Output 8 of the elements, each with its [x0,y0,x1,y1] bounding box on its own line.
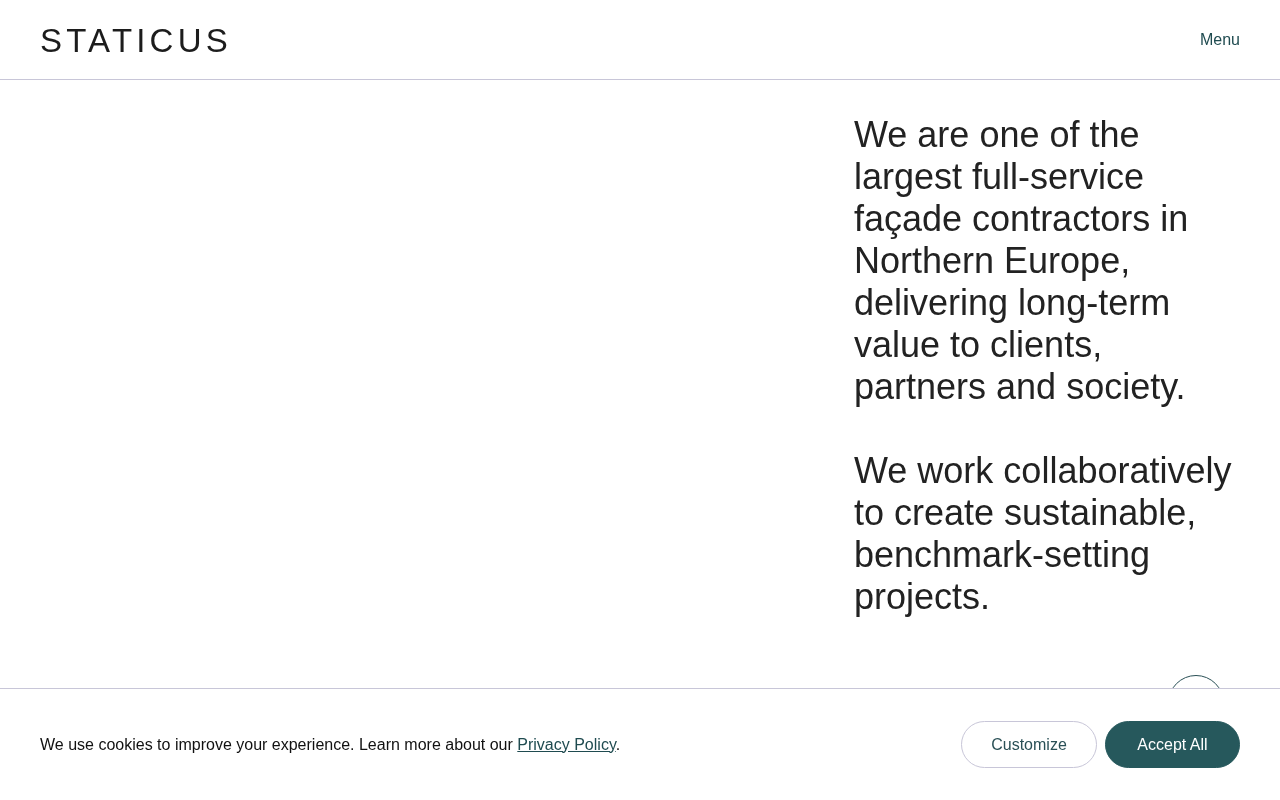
intro-paragraph: We are one of the largest full-service façade contractors in Northern Europe, delivering long-term value to clients, partners and society. [854,114,1190,408]
privacy-policy-link[interactable]: Privacy Policy [517,735,616,753]
cookie-message: We use cookies to improve your experience. Learn more about our Privacy Policy. [40,735,621,754]
logo[interactable]: STATICUS [40,24,232,57]
menu-link[interactable]: Menu [1199,30,1240,49]
accept-button[interactable]: Accept All [1105,721,1240,768]
customize-button[interactable]: Customize [961,721,1097,768]
intro-paragraph: We work collaboratively to create sustainable, benchmark-setting projects. [854,450,1233,618]
